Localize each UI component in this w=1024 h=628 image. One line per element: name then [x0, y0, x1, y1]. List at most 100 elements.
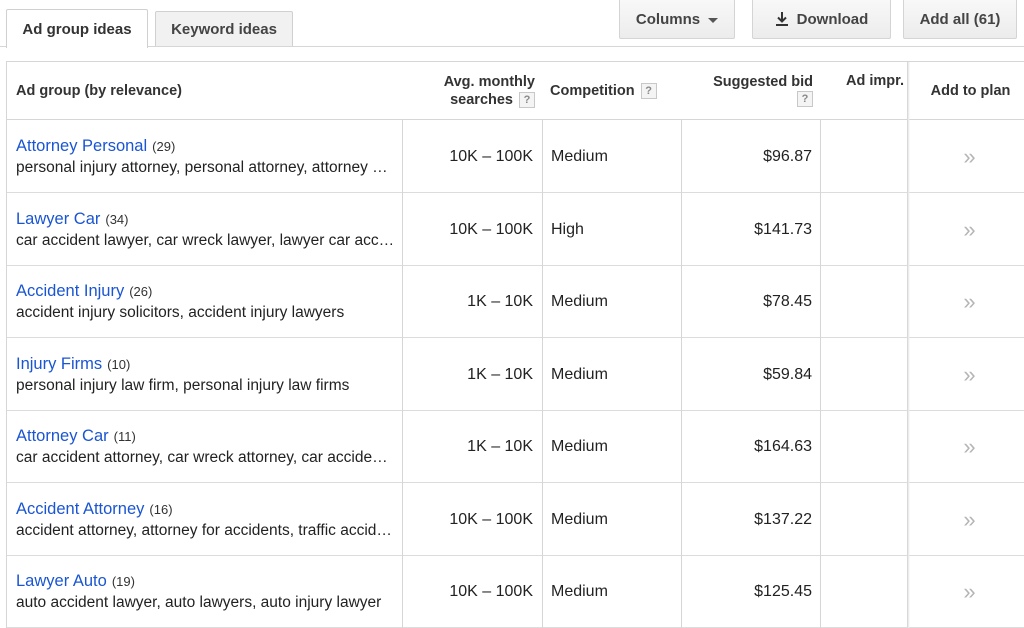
keyword-list: accident attorney, attorney for accident…: [16, 521, 396, 539]
table-row: Injury Firms (10) personal injury law firm…: [7, 339, 1024, 411]
add-to-plan-icon[interactable]: »: [910, 556, 1024, 628]
ad-group-title-line: Injury Firms (10): [16, 354, 130, 375]
ad-group-title-line: Lawyer Car (34): [16, 209, 129, 230]
tab-ad-group-ideas[interactable]: Ad group ideas: [6, 9, 148, 48]
column-divider: [681, 120, 682, 628]
ad-group-cell: Accident Injury (26) accident injury solic…: [16, 266, 398, 338]
ad-group-table: Ad group (by relevance) Avg. monthly sea…: [6, 61, 1024, 628]
add-to-plan-icon[interactable]: »: [910, 121, 1024, 193]
ad-group-cell: Attorney Personal (29) personal injury att…: [16, 121, 398, 193]
ad-group-cell: Attorney Car (11) car accident attorney, c…: [16, 411, 398, 483]
suggested-bid: $78.45: [763, 293, 812, 310]
ad-group-title-line: Attorney Personal (29): [16, 136, 175, 157]
keyword-list: personal injury attorney, personal attor…: [16, 159, 396, 176]
column-divider: [542, 120, 543, 628]
ad-group-link[interactable]: Lawyer Auto: [16, 571, 107, 591]
ad-group-cell: Lawyer Auto (19) auto accident lawyer, aut…: [16, 556, 398, 628]
keyword-list: personal injury law firm, personal injur…: [16, 376, 350, 394]
header-searches-line2: searches?: [450, 91, 535, 109]
keyword-count: (29): [152, 139, 176, 154]
competition: Medium: [551, 365, 608, 383]
tab-keyword-ideas[interactable]: Keyword ideas: [155, 11, 293, 46]
top-toolbar: Ad group ideas Keyword ideas Columns Dow…: [0, 0, 1024, 48]
help-icon[interactable]: ?: [519, 92, 535, 109]
competition: High: [551, 220, 584, 238]
columns-label: Columns: [635, 10, 701, 28]
add-all-label: Add all (61): [919, 10, 1001, 28]
avg-monthly-searches: 10K – 100K: [449, 510, 533, 528]
add-to-plan-icon[interactable]: »: [910, 411, 1024, 483]
header-add-to-plan: Add to plan: [930, 83, 1011, 99]
add-to-plan-icon[interactable]: »: [910, 339, 1024, 411]
ad-group-link[interactable]: Attorney Personal: [16, 136, 147, 156]
avg-monthly-searches: 1K – 10K: [467, 293, 533, 310]
keyword-planner-page: Ad group ideas Keyword ideas Columns Dow…: [0, 0, 1024, 628]
caret-down-icon: [708, 17, 719, 23]
table-row: Accident Injury (26) accident injury solic…: [7, 266, 1024, 338]
table-row: Accident Attorney (16) accident attorney, …: [7, 484, 1024, 556]
help-icon[interactable]: ?: [640, 83, 657, 99]
suggested-bid: $125.45: [754, 583, 812, 600]
add-all-button[interactable]: Add all (61): [903, 0, 1017, 39]
column-divider: [402, 120, 403, 628]
columns-button[interactable]: Columns: [619, 0, 735, 39]
table-header: Ad group (by relevance) Avg. monthly sea…: [7, 62, 1024, 120]
table-row: Lawyer Car (34) car accident lawyer, car w…: [7, 194, 1024, 266]
avg-monthly-searches: 1K – 10K: [467, 365, 533, 383]
header-ad-group[interactable]: Ad group (by relevance): [16, 62, 396, 120]
ad-group-link[interactable]: Accident Injury: [16, 281, 124, 301]
keyword-list: car accident attorney, car wreck attorne…: [16, 449, 396, 466]
suggested-bid: $96.87: [763, 148, 812, 165]
avg-monthly-searches: 10K – 100K: [449, 148, 533, 165]
table-row: Attorney Personal (29) personal injury att…: [7, 121, 1024, 193]
help-icon[interactable]: ?: [797, 91, 813, 107]
ad-group-cell: Injury Firms (10) personal injury law firm…: [16, 339, 398, 411]
avg-monthly-searches: 10K – 100K: [449, 583, 533, 600]
header-bid-label: Suggested bid: [713, 74, 813, 90]
add-to-plan-icon[interactable]: »: [910, 194, 1024, 266]
ad-group-link[interactable]: Injury Firms: [16, 354, 102, 374]
ad-group-title-line: Accident Attorney (16): [16, 499, 173, 520]
ad-group-title-line: Accident Injury (26): [16, 281, 152, 302]
avg-monthly-searches: 1K – 10K: [467, 438, 533, 455]
competition: Medium: [551, 510, 608, 528]
ad-group-link[interactable]: Attorney Car: [16, 426, 109, 446]
competition: Medium: [551, 583, 608, 600]
keyword-count: (11): [113, 429, 136, 444]
suggested-bid: $141.73: [754, 220, 812, 238]
suggested-bid: $137.22: [754, 510, 812, 528]
suggested-bid: $164.63: [754, 438, 812, 455]
competition: Medium: [551, 438, 608, 455]
keyword-list: accident injury solicitors, accident inj…: [16, 304, 345, 321]
keyword-count: (10): [107, 356, 131, 372]
column-divider: [820, 120, 821, 628]
tabs-divider: [0, 46, 1024, 47]
header-suggested-bid[interactable]: Suggested bid ?: [687, 62, 817, 120]
competition: Medium: [551, 148, 608, 165]
header-competition[interactable]: Competition ?: [550, 62, 685, 120]
add-to-plan-icon[interactable]: »: [910, 484, 1024, 556]
avg-monthly-searches: 10K – 100K: [449, 220, 533, 238]
table-row: Attorney Car (11) car accident attorney, c…: [7, 411, 1024, 483]
download-icon: [775, 11, 789, 27]
competition: Medium: [551, 293, 608, 310]
ad-group-cell: Lawyer Car (34) car accident lawyer, car w…: [16, 194, 398, 266]
add-to-plan-icon[interactable]: »: [910, 266, 1024, 338]
keyword-count: (34): [105, 211, 129, 227]
header-avg-monthly-searches[interactable]: Avg. monthly searches?: [403, 62, 539, 120]
ad-group-cell: Accident Attorney (16) accident attorney, …: [16, 484, 398, 556]
header-searches-line1: Avg. monthly: [443, 74, 535, 90]
ad-group-link[interactable]: Accident Attorney: [16, 499, 144, 519]
table-row: Lawyer Auto (19) auto accident lawyer, aut…: [7, 556, 1024, 628]
download-button[interactable]: Download: [752, 0, 891, 39]
frozen-column-shadow: [907, 62, 910, 628]
ad-group-link[interactable]: Lawyer Car: [16, 209, 100, 229]
keyword-list: car accident lawyer, car wreck lawyer, l…: [16, 231, 396, 249]
header-ad-impressions[interactable]: Ad impr.: [846, 62, 914, 120]
ad-group-title-line: Attorney Car (11): [16, 426, 136, 447]
ad-group-title-line: Lawyer Auto (19): [16, 571, 135, 592]
keyword-count: (19): [111, 574, 135, 589]
suggested-bid: $59.84: [763, 365, 812, 383]
keyword-count: (16): [149, 501, 173, 517]
keyword-count: (26): [129, 284, 153, 299]
